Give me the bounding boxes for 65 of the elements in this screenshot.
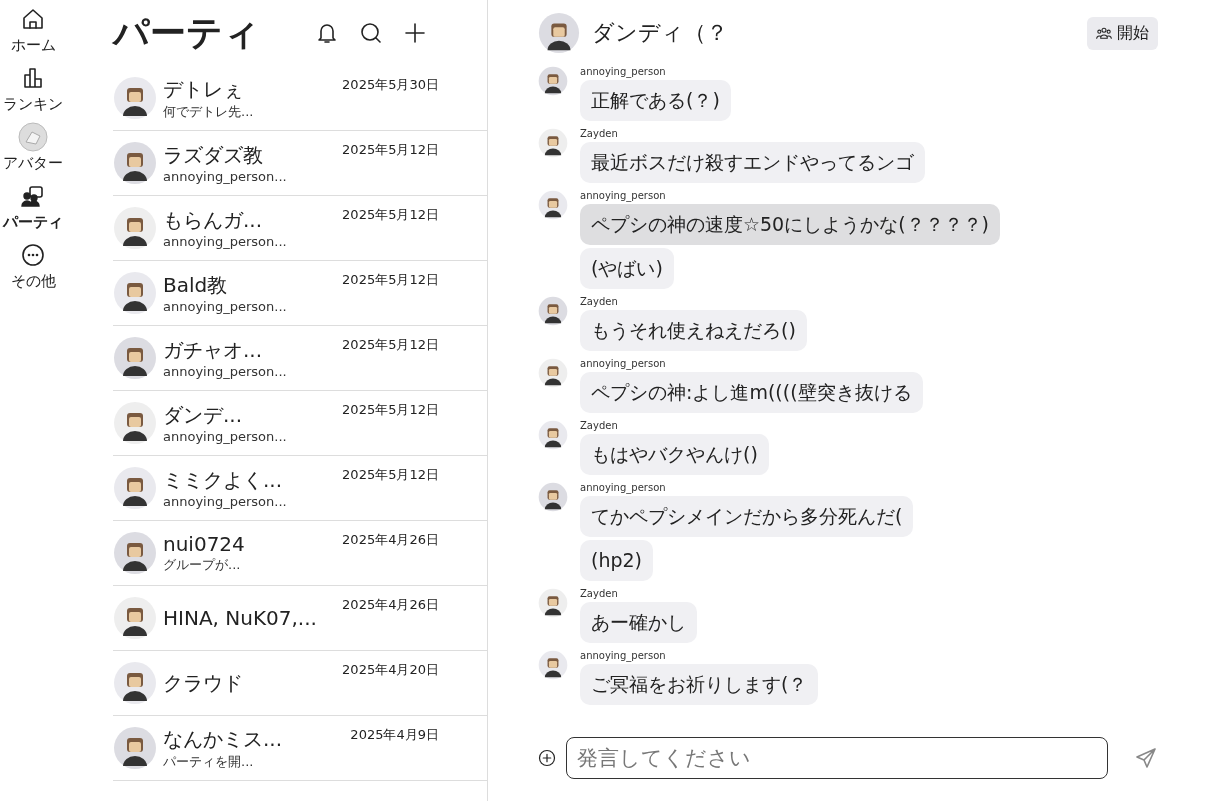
- party-list-item[interactable]: HINA, NuK07,... 2025年4月26日: [113, 586, 487, 651]
- party-list-item[interactable]: クラウド 2025年4月20日: [113, 651, 487, 716]
- avatar-icon: [538, 296, 568, 326]
- avatar-icon: [538, 358, 568, 388]
- sender-name: Zayden: [580, 588, 618, 599]
- sender-name: annoying_person: [580, 358, 666, 369]
- message-bubble: 最近ボスだけ殺すエンドやってるンゴ: [580, 142, 925, 183]
- message-bubble: (hp2): [580, 540, 654, 581]
- avatar-icon: [113, 596, 157, 640]
- send-icon[interactable]: [1134, 746, 1158, 770]
- avatar-icon: [113, 466, 157, 510]
- nav-item[interactable]: パーティ: [0, 181, 66, 232]
- party-list-item[interactable]: なんかミス... パーティを開... 2025年4月9日: [113, 716, 487, 781]
- avatar-icon: [113, 401, 157, 445]
- party-list-item[interactable]: ダンデ... annoying_person... 2025年5月12日: [113, 391, 487, 456]
- nav-item[interactable]: ランキン: [0, 63, 66, 114]
- avatar-icon: [113, 531, 157, 575]
- people-icon: [1096, 25, 1112, 41]
- avatar-icon: [113, 141, 157, 185]
- message-bubble: もうそれ使えねえだろ(): [580, 310, 807, 351]
- avatar-icon: [538, 12, 580, 54]
- message-bubble: (やばい): [580, 248, 674, 289]
- avatar-icon: [538, 420, 568, 450]
- nav-item[interactable]: ホーム: [0, 4, 66, 55]
- avatar-icon: [113, 336, 157, 380]
- avatar-icon: [113, 206, 157, 250]
- sender-name: annoying_person: [580, 190, 666, 201]
- party-list-item[interactable]: ラズダズ教 annoying_person... 2025年5月12日: [113, 131, 487, 196]
- avatar-icon: [113, 271, 157, 315]
- avatar-icon: [538, 66, 568, 96]
- message-bubble: てかペプシメインだから多分死んだ(: [580, 496, 914, 537]
- page-title: パーティ: [113, 15, 261, 51]
- sender-name: Zayden: [580, 420, 618, 431]
- message-input[interactable]: 発言してください: [566, 737, 1108, 779]
- sender-name: Zayden: [580, 128, 618, 139]
- nav-item[interactable]: その他: [0, 240, 66, 291]
- sender-name: Zayden: [580, 296, 618, 307]
- message-bubble: あー確かし: [580, 602, 697, 643]
- sender-name: annoying_person: [580, 650, 666, 661]
- avatar-icon: [538, 128, 568, 158]
- start-party-button[interactable]: 開始: [1087, 16, 1158, 50]
- avatar-icon: [538, 650, 568, 680]
- chat-title: ダンディ（？: [592, 19, 729, 47]
- message-bubble: もはやバクやんけ(): [580, 434, 769, 475]
- avatar-icon: [538, 482, 568, 512]
- party-list-item[interactable]: Bald教 annoying_person... 2025年5月12日: [113, 261, 487, 326]
- avatar-icon: [113, 661, 157, 705]
- message-bubble: ご冥福をお祈りします(？: [580, 664, 819, 705]
- party-list-item[interactable]: もらんガ... annoying_person... 2025年5月12日: [113, 196, 487, 261]
- avatar-icon: [113, 726, 157, 770]
- message-bubble: ペプシの神:よし進m((((壁突き抜ける: [580, 372, 923, 413]
- party-list-item[interactable]: nui0724 グループが... 2025年4月26日: [113, 521, 487, 586]
- sender-name: annoying_person: [580, 66, 666, 77]
- party-list-item[interactable]: デトレぇ 何でデトレ先... 2025年5月30日: [113, 66, 487, 131]
- party-list-item[interactable]: ガチャオ... annoying_person... 2025年5月12日: [113, 326, 487, 391]
- message-bubble: ペプシの神の速度☆50にしようかな(？？？？): [580, 204, 1001, 245]
- party-list-item[interactable]: ミミクよく... annoying_person... 2025年5月12日: [113, 456, 487, 521]
- avatar-icon: [538, 190, 568, 220]
- add-attachment-icon[interactable]: [538, 749, 556, 767]
- avatar-icon: [113, 76, 157, 120]
- avatar-icon: [538, 588, 568, 618]
- avatar-icon: [18, 122, 48, 152]
- sender-name: annoying_person: [580, 482, 666, 493]
- nav-item[interactable]: アバター: [0, 122, 66, 173]
- message-bubble: 正解である(？): [580, 80, 731, 121]
